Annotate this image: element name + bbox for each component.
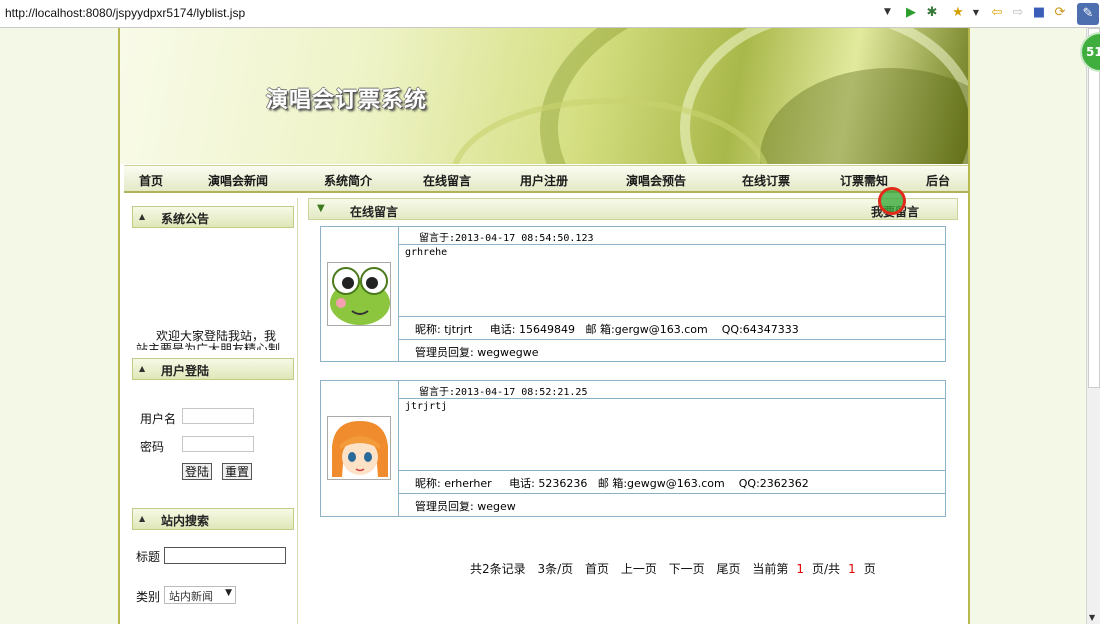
pager-prev[interactable]: 上一页	[621, 562, 657, 576]
message-card: 留言于:2013-04-17 08:52:21.25 jtrjrtj 昵称: e…	[320, 380, 946, 517]
pager-current: 当前第 1 页/共 1 页	[752, 562, 876, 576]
nav-item-booking[interactable]: 在线订票	[742, 172, 790, 189]
message-reply: 管理员回复: wegwegwe	[415, 346, 539, 359]
extension-icon[interactable]: ✎	[1077, 3, 1099, 25]
nav-item-booking-notice[interactable]: 订票需知	[840, 172, 888, 189]
password-input[interactable]	[182, 436, 254, 452]
message-email: 邮 箱:gewgw@163.com	[597, 477, 725, 490]
collapse-icon: ▲	[139, 364, 146, 373]
pager-total: 共2条记录	[470, 562, 526, 576]
search-header: ▲ 站内搜索	[132, 508, 294, 530]
scroll-down-icon[interactable]: ▼	[1089, 613, 1095, 622]
nav-item-register[interactable]: 用户注册	[520, 172, 568, 189]
url-dropdown-icon[interactable]: ▼	[884, 7, 891, 17]
pager-last[interactable]: 尾页	[717, 562, 741, 576]
site-title: 演唱会订票系统	[266, 87, 428, 113]
pager-next[interactable]: 下一页	[669, 562, 705, 576]
refresh-icon[interactable]: ⟳	[1053, 6, 1067, 20]
message-qq: QQ:64347333	[721, 323, 799, 336]
message-qq: QQ:2362362	[738, 477, 809, 490]
nav-item-concert-news[interactable]: 演唱会新闻	[208, 172, 268, 189]
search-title: 站内搜索	[161, 514, 210, 528]
pagination: 共2条记录 3条/页 首页 上一页 下一页 尾页 当前第 1 页/共 1 页	[470, 560, 884, 577]
category-selected: 站内新闻	[169, 590, 213, 603]
message-time: 留言于:2013-04-17 08:52:21.25	[419, 387, 588, 398]
main-navigation: 首页 演唱会新闻 系统简介 在线留言 用户注册 演唱会预告 在线订票 订票需知 …	[124, 165, 968, 193]
password-label: 密码	[140, 440, 165, 454]
frog-avatar-icon	[327, 262, 391, 326]
reset-button[interactable]: 重置	[222, 463, 253, 480]
message-phone: 电话: 5236236	[509, 477, 588, 490]
collapse-icon: ▲	[139, 212, 146, 221]
message-email: 邮 箱:gergw@163.com	[585, 323, 708, 336]
favorite-icon[interactable]: ★	[951, 6, 965, 20]
debug-icon[interactable]: ✱	[925, 6, 939, 20]
back-icon[interactable]: ⇦	[990, 6, 1004, 20]
login-title: 用户登陆	[161, 364, 210, 378]
guestbook-header: ▼ 在线留言 我要留言	[308, 198, 958, 220]
message-card: 留言于:2013-04-17 08:54:50.123 grhrehe 昵称: …	[320, 226, 946, 362]
search-input[interactable]	[164, 547, 286, 564]
browser-address-bar: http://localhost:8080/jspyydpxr5174/lybl…	[0, 0, 1100, 28]
nav-item-concert-preview[interactable]: 演唱会预告	[626, 172, 686, 189]
nav-item-admin[interactable]: 后台	[926, 172, 950, 189]
notice-title: 系统公告	[161, 212, 210, 226]
run-icon[interactable]: ▶	[904, 6, 918, 20]
username-label: 用户名	[140, 412, 177, 426]
mouse-cursor-highlight	[878, 187, 906, 215]
forward-icon[interactable]: ⇨	[1011, 6, 1025, 20]
username-input[interactable]	[182, 408, 254, 424]
chevron-down-icon: ▼	[225, 588, 232, 598]
message-content: grhrehe	[405, 247, 448, 258]
main-content: ▼ 在线留言 我要留言	[308, 198, 958, 624]
scrollbar-thumb[interactable]	[1088, 28, 1100, 388]
nav-item-guestbook[interactable]: 在线留言	[423, 172, 471, 189]
notice-marquee: 欢迎大家登陆我站，我站主要是为广大朋友精心制作的	[136, 330, 281, 350]
expand-icon: ▼	[317, 203, 325, 214]
login-button[interactable]: 登陆	[182, 463, 213, 480]
nav-item-home[interactable]: 首页	[139, 172, 163, 189]
search-title-label: 标题	[136, 550, 161, 564]
notice-header: ▲ 系统公告	[132, 206, 294, 228]
message-content: jtrjrtj	[405, 401, 448, 412]
favorite-dropdown-icon[interactable]: ▼	[969, 6, 983, 20]
pager-per-page: 3条/页	[537, 562, 574, 576]
site-banner: 演唱会订票系统	[120, 28, 968, 164]
message-phone: 电话: 15649849	[489, 323, 575, 336]
message-reply: 管理员回复: wegew	[415, 500, 516, 513]
vertical-scrollbar[interactable]: ▼	[1086, 28, 1100, 624]
sidebar: ▲ 系统公告 欢迎大家登陆我站，我站主要是为广大朋友精心制作的 ▲ 用户登陆 用…	[126, 198, 298, 624]
collapse-icon: ▲	[139, 514, 146, 523]
guestbook-title: 在线留言	[350, 205, 399, 219]
url-field[interactable]: http://localhost:8080/jspyydpxr5174/lybl…	[5, 6, 245, 20]
anime-girl-avatar-icon	[327, 416, 391, 480]
pager-first[interactable]: 首页	[585, 562, 609, 576]
message-nickname: 昵称: tjtrjrt	[415, 323, 473, 336]
category-select[interactable]: 站内新闻 ▼	[164, 586, 236, 604]
category-label: 类别	[136, 590, 161, 604]
page-container: 演唱会订票系统 首页 演唱会新闻 系统简介 在线留言 用户注册 演唱会预告 在线…	[118, 28, 970, 624]
floating-badge[interactable]: 51	[1080, 32, 1100, 72]
login-header: ▲ 用户登陆	[132, 358, 294, 380]
stop-icon[interactable]: ■	[1032, 6, 1046, 20]
message-time: 留言于:2013-04-17 08:54:50.123	[419, 233, 594, 244]
nav-item-about[interactable]: 系统简介	[324, 172, 372, 189]
message-nickname: 昵称: erherher	[415, 477, 492, 490]
